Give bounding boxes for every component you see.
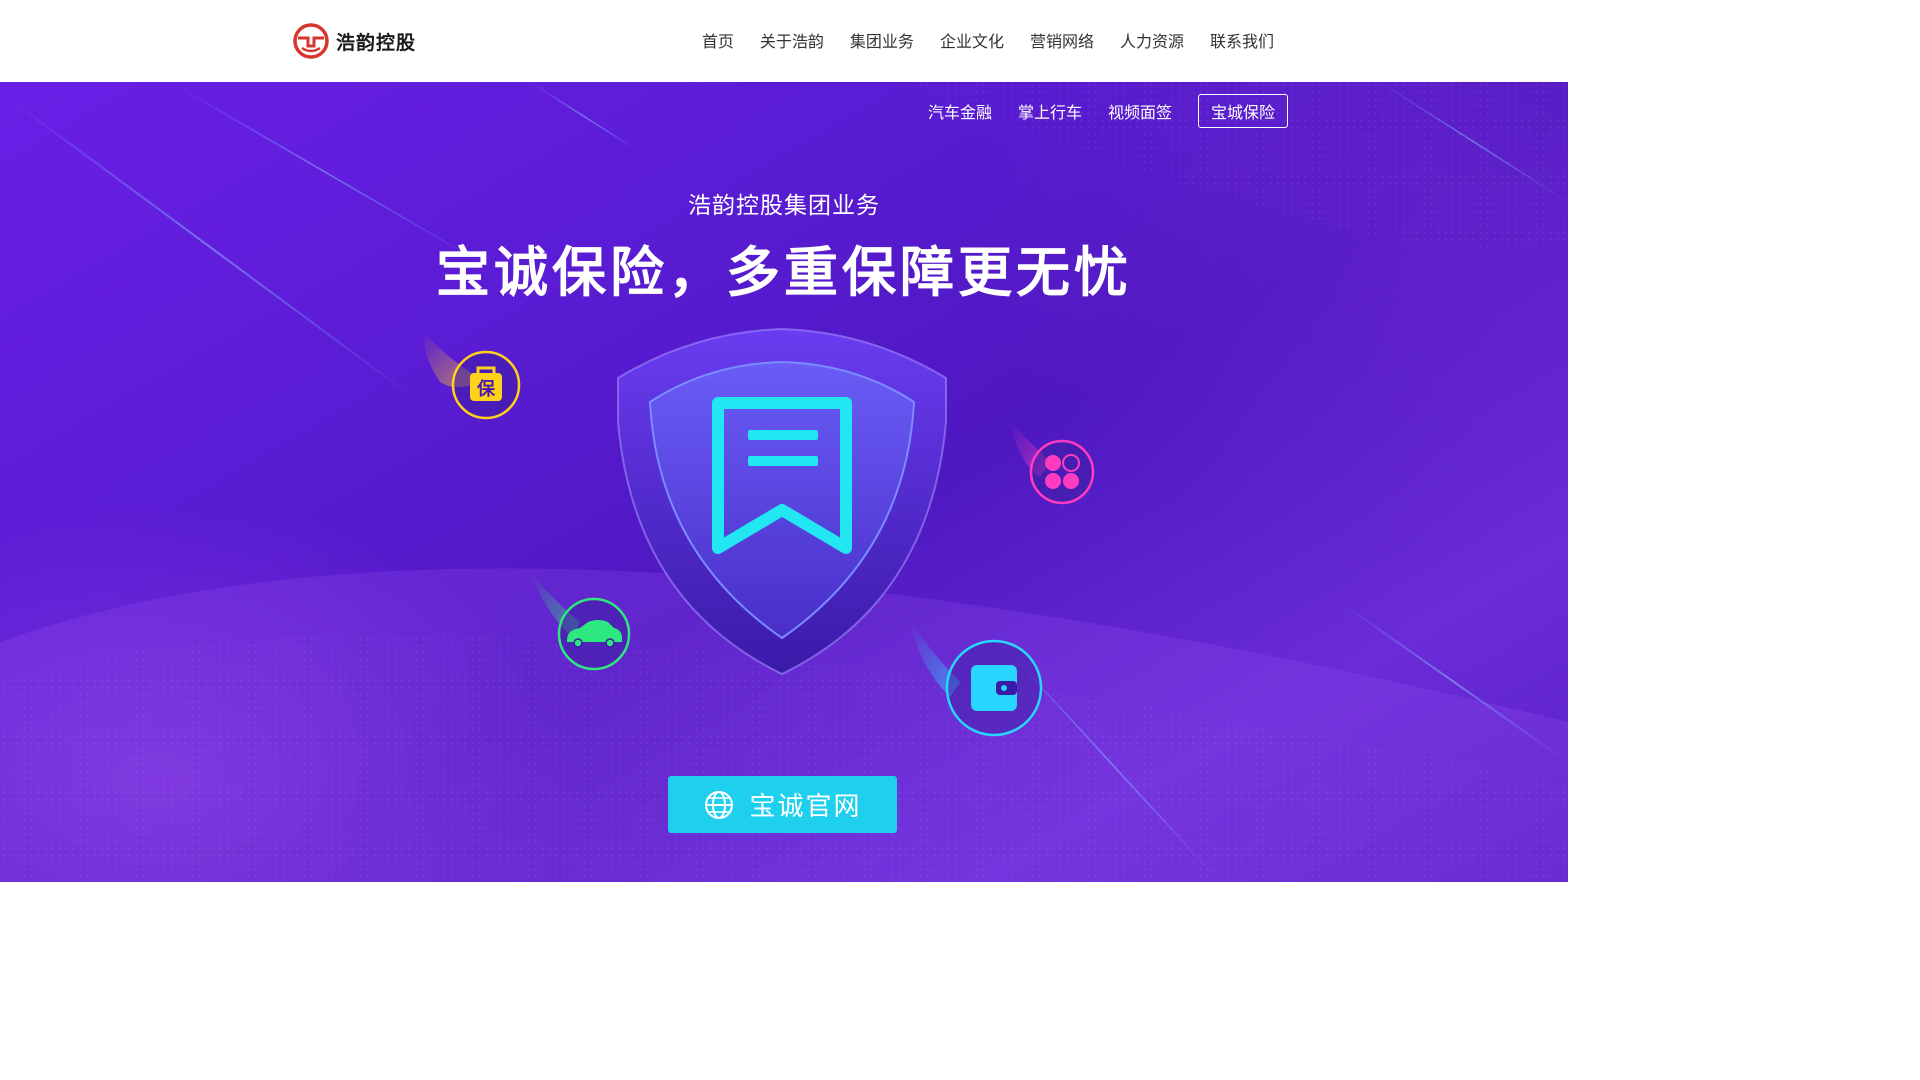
shield-icon (617, 327, 947, 676)
logo-text: 浩韵控股 (336, 31, 417, 54)
logo[interactable]: 浩韵控股 (292, 22, 416, 60)
nav-about[interactable]: 关于浩韵 (760, 28, 824, 52)
nav-home[interactable]: 首页 (702, 28, 734, 52)
site-header: 浩韵控股 首页 关于浩韵 集团业务 企业文化 营销网络 人力资源 联系我们 (0, 0, 1568, 82)
clover-icon (1010, 422, 1095, 505)
badge-text: 保 (476, 378, 496, 400)
wallet-icon (910, 622, 1043, 737)
hero-illustration: 保 (424, 327, 1095, 737)
nav-hr[interactable]: 人力资源 (1120, 28, 1184, 52)
official-site-label: 宝诚官网 (749, 792, 862, 822)
logo-mark-icon (293, 23, 329, 59)
nav-business[interactable]: 集团业务 (850, 28, 914, 52)
nav-culture[interactable]: 企业文化 (940, 28, 1004, 52)
car-icon (530, 572, 631, 671)
official-site-button[interactable]: 宝诚官网 (668, 776, 897, 833)
hero-banner: 汽车金融 掌上行车 视频面签 宝城保险 浩韵控股集团业务 宝诚保险，多重保障更无… (0, 82, 1568, 882)
nav-contact[interactable]: 联系我们 (1210, 28, 1274, 52)
nav-network[interactable]: 营销网络 (1030, 28, 1094, 52)
insurance-bag-icon: 保 (424, 332, 521, 420)
globe-icon (705, 790, 734, 819)
main-nav: 首页 关于浩韵 集团业务 企业文化 营销网络 人力资源 联系我们 (702, 28, 1274, 52)
